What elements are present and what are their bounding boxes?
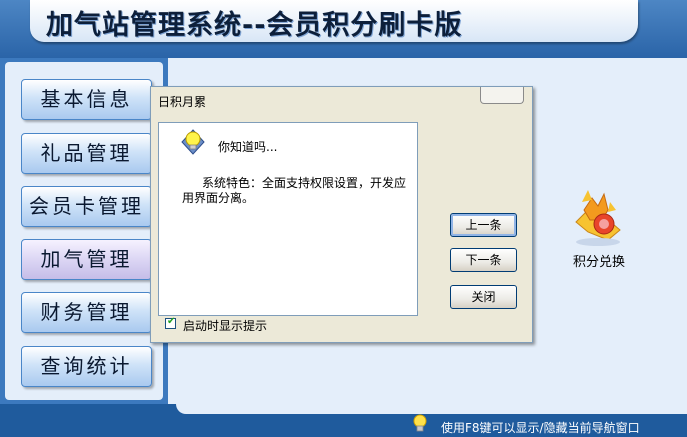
sidebar-item-member-card-management[interactable]: 会员卡管理: [21, 186, 152, 227]
points-exchange-shortcut[interactable]: 积分兑换: [558, 180, 640, 272]
close-button[interactable]: 关闭: [450, 285, 517, 309]
gift-exchange-icon: [575, 190, 621, 246]
tip-text: 系统特色：全面支持权限设置，开发应用界面分离。: [182, 176, 407, 205]
status-text: 使用F8键可以显示/隐藏当前导航窗口: [441, 421, 640, 435]
next-tip-button[interactable]: 下一条: [450, 248, 517, 272]
tip-content: 你知道吗... 系统特色：全面支持权限设置，开发应用界面分离。: [160, 124, 416, 314]
sidebar-item-query-statistics[interactable]: 查询统计: [21, 346, 152, 387]
tip-panel: 你知道吗... 系统特色：全面支持权限设置，开发应用界面分离。: [158, 122, 418, 316]
sidebar-item-basic-info[interactable]: 基本信息: [21, 79, 152, 120]
points-exchange-label: 积分兑换: [572, 255, 625, 270]
sidebar: 基本信息 礼品管理 会员卡管理 加气管理 财务管理 查询统计: [0, 58, 170, 406]
app-title: 加气站管理系统--会员积分刷卡版: [46, 10, 463, 41]
show-on-startup-label[interactable]: 启动时显示提示: [183, 317, 267, 334]
previous-tip-button[interactable]: 上一条: [450, 213, 517, 237]
sidebar-item-finance-management[interactable]: 财务管理: [21, 292, 152, 333]
checkmark-icon: ✔: [167, 316, 176, 327]
sidebar-panel: 基本信息 礼品管理 会员卡管理 加气管理 财务管理 查询统计: [5, 62, 163, 400]
tip-bulb-icon: [181, 129, 205, 155]
show-on-startup-checkbox[interactable]: ✔: [165, 316, 176, 329]
sidebar-item-gift-management[interactable]: 礼品管理: [21, 133, 152, 174]
status-bar-curve: [176, 404, 687, 414]
tip-heading: 你知道吗...: [218, 140, 278, 154]
tip-of-the-day-dialog: 日积月累 你知道吗... 系统特色：全面支持权限设置，开发应用界面分离。 上一条…: [150, 86, 533, 343]
sidebar-item-gas-management[interactable]: 加气管理: [21, 239, 152, 280]
dialog-close-button[interactable]: [480, 87, 524, 104]
lightbulb-icon: [413, 414, 427, 432]
header-bar: 加气站管理系统--会员积分刷卡版: [0, 0, 687, 58]
dialog-title: 日积月累: [158, 95, 207, 109]
